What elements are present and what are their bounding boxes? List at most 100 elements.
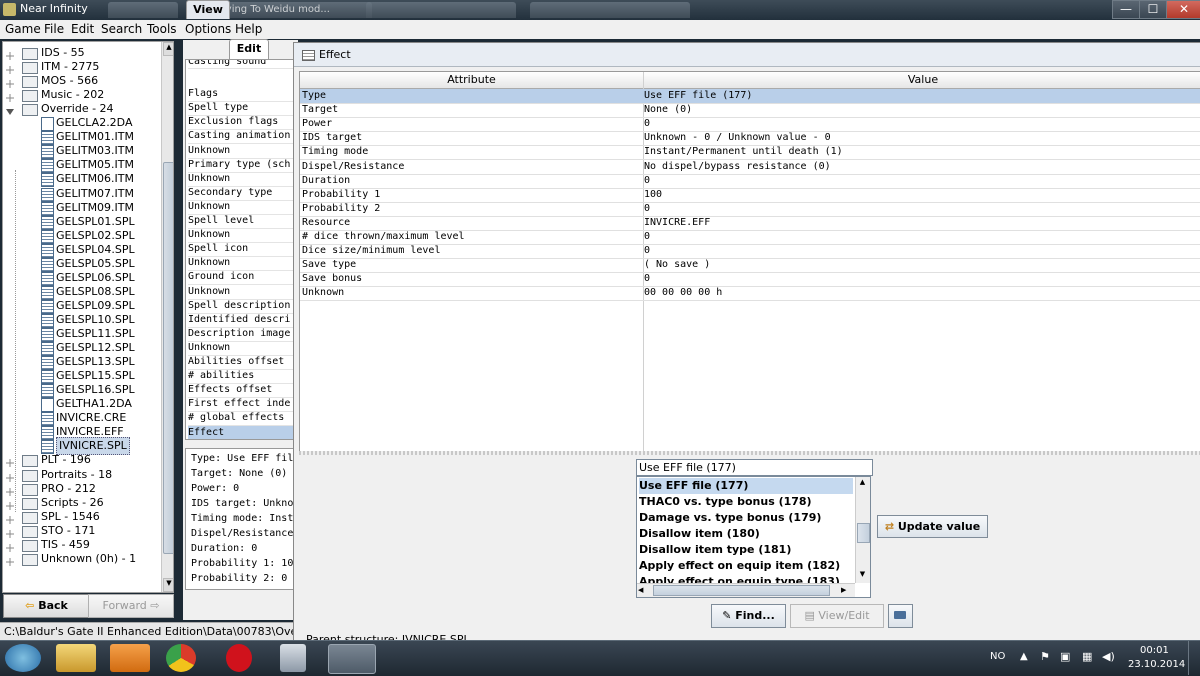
table-row[interactable]: Duration 0	[300, 174, 1200, 189]
column-header-attribute[interactable]: Attribute	[300, 72, 644, 89]
field-row[interactable]: Identified descri	[188, 313, 296, 328]
collapsed-toggle-icon[interactable]	[6, 471, 14, 482]
field-list[interactable]: Casting sound Flags Spell type Exclusion fl…	[185, 59, 297, 440]
table-row[interactable]: IDS target Unknown - 0 / Unknown value - …	[300, 131, 1200, 147]
field-row[interactable]: Flags	[188, 87, 296, 103]
menu-tools[interactable]: Tools	[147, 22, 177, 36]
menu-edit[interactable]: Edit	[71, 22, 94, 36]
field-row[interactable]: Secondary type	[188, 186, 296, 201]
menu-search[interactable]: Search	[101, 22, 142, 36]
back-button[interactable]: ⇦ Back	[3, 594, 90, 618]
tree-scroll-thumb[interactable]	[163, 162, 173, 554]
value-option[interactable]: Disallow item type (181)	[639, 542, 853, 558]
table-row[interactable]: Probability 2 0	[300, 202, 1200, 217]
collapsed-toggle-icon[interactable]	[6, 499, 14, 510]
field-row[interactable]: Spell icon	[188, 242, 296, 258]
show-desktop-button[interactable]	[1188, 641, 1200, 675]
tray-expand-icon[interactable]: ▲	[1020, 651, 1028, 662]
options-vertical-scrollbar[interactable]: ▲ ▼	[855, 477, 870, 583]
field-row[interactable]: Spell type	[188, 101, 296, 117]
menu-options[interactable]: Options	[185, 22, 231, 36]
table-row[interactable]: Resource INVICRE.EFF	[300, 216, 1200, 231]
field-row[interactable]: Spell level	[188, 214, 296, 229]
tree-folder[interactable]: Unknown (0h) - 1	[3, 551, 161, 567]
table-row[interactable]: Save bonus 0	[300, 272, 1200, 288]
tab-edit[interactable]: Edit	[229, 39, 269, 60]
field-row[interactable]: Unknown	[188, 200, 296, 215]
table-row[interactable]: Dice size/minimum level 0	[300, 244, 1200, 260]
file-explorer-icon[interactable]	[56, 644, 96, 672]
menu-file[interactable]: File	[44, 22, 64, 36]
forward-button[interactable]: Forward ⇨	[88, 594, 174, 618]
field-row[interactable]: Spell description	[188, 299, 296, 314]
menu-help[interactable]: Help	[235, 22, 262, 36]
resource-tree[interactable]: IDS - 55 ITM - 2775 MOS - 566 Music - 202 Ov…	[2, 41, 174, 593]
language-indicator[interactable]: NO	[990, 651, 1005, 662]
scroll-down-arrow-icon[interactable]: ▼	[857, 570, 868, 581]
start-button-icon[interactable]	[5, 644, 41, 672]
table-row[interactable]: Timing mode Instant/Permanent until death…	[300, 145, 1200, 161]
field-row[interactable]: Unknown	[188, 228, 296, 244]
value-field[interactable]: Use EFF file (177)	[636, 459, 873, 476]
collapsed-toggle-icon[interactable]	[6, 49, 14, 60]
tree-scrollbar[interactable]: ▲ ▼	[161, 42, 173, 592]
effect-table[interactable]: Attribute Value Type Use EFF file (177) Ta…	[299, 71, 1200, 453]
collapsed-toggle-icon[interactable]	[6, 91, 14, 103]
browser-tab-1[interactable]	[108, 2, 178, 18]
field-row[interactable]: Unknown	[188, 341, 296, 356]
scroll-up-arrow-icon[interactable]: ▲	[857, 478, 868, 489]
value-option[interactable]: Disallow item (180)	[639, 526, 853, 542]
field-row[interactable]: Description image	[188, 327, 296, 342]
options-scroll-thumb[interactable]	[857, 523, 870, 543]
chrome-icon[interactable]	[166, 644, 196, 672]
scroll-left-arrow-icon[interactable]: ◀	[638, 584, 649, 596]
split-divider[interactable]	[299, 451, 1200, 455]
value-option[interactable]: Damage vs. type bonus (179)	[639, 510, 853, 526]
field-row[interactable]: Unknown	[188, 172, 296, 187]
volume-icon[interactable]: ◀)	[1102, 650, 1115, 663]
table-row[interactable]: Power 0	[300, 117, 1200, 133]
collapsed-toggle-icon[interactable]	[6, 555, 14, 566]
expanded-toggle-icon[interactable]	[6, 105, 14, 116]
field-row[interactable]: Primary type (sch	[188, 158, 296, 173]
close-button[interactable]: ✕	[1166, 0, 1200, 19]
collapsed-toggle-icon[interactable]	[6, 456, 14, 468]
table-row[interactable]: # dice thrown/maximum level 0	[300, 230, 1200, 245]
action-center-icon[interactable]: ▣	[1060, 650, 1070, 663]
view-edit-button[interactable]: ▤ View/Edit	[790, 604, 884, 628]
calculator-icon[interactable]	[280, 644, 306, 672]
near-infinity-taskbar-icon[interactable]	[328, 644, 376, 674]
update-value-button[interactable]: ⇄ Update value	[877, 515, 988, 538]
field-row[interactable]: Unknown	[188, 256, 296, 272]
value-option[interactable]: Use EFF file (177)	[639, 478, 853, 494]
table-row[interactable]: Dispel/Resistance No dispel/bypass resist…	[300, 160, 1200, 175]
collapsed-toggle-icon[interactable]	[6, 77, 14, 89]
scroll-up-arrow-icon[interactable]: ▲	[163, 42, 173, 56]
table-row[interactable]: Probability 1 100	[300, 188, 1200, 203]
minimize-button[interactable]: —	[1112, 0, 1140, 19]
options-horizontal-scrollbar[interactable]: ◀ ▶	[637, 583, 855, 597]
field-row[interactable]: Casting sound	[188, 60, 296, 69]
field-row[interactable]: # global effects	[188, 411, 296, 427]
find-button[interactable]: ✎ Find...	[711, 604, 786, 628]
scroll-right-arrow-icon[interactable]: ▶	[841, 584, 852, 596]
field-row[interactable]: Abilities offset	[188, 355, 296, 370]
clock-date[interactable]: 23.10.2014	[1128, 659, 1185, 670]
table-row[interactable]: Target None (0)	[300, 103, 1200, 119]
flag-icon[interactable]: ⚑	[1040, 650, 1050, 663]
value-options-list[interactable]: Use EFF file (177) THAC0 vs. type bonus (…	[636, 476, 871, 598]
maximize-button[interactable]: ☐	[1139, 0, 1167, 19]
field-row[interactable]: First effect inde	[188, 397, 296, 413]
network-icon[interactable]: ▦	[1082, 650, 1092, 663]
print-button[interactable]	[888, 604, 913, 628]
field-row[interactable]: Effects offset	[188, 383, 296, 399]
value-option[interactable]: Apply effect on equip item (182)	[639, 558, 853, 574]
collapsed-toggle-icon[interactable]	[6, 63, 14, 75]
browser-tab-4[interactable]	[366, 2, 516, 18]
field-row[interactable]: Unknown	[188, 285, 296, 300]
column-header-value[interactable]: Value	[644, 72, 1200, 89]
browser-tab-5[interactable]	[530, 2, 690, 18]
collapsed-toggle-icon[interactable]	[6, 485, 14, 496]
collapsed-toggle-icon[interactable]	[6, 527, 14, 538]
field-row[interactable]: Ground icon	[188, 270, 296, 286]
